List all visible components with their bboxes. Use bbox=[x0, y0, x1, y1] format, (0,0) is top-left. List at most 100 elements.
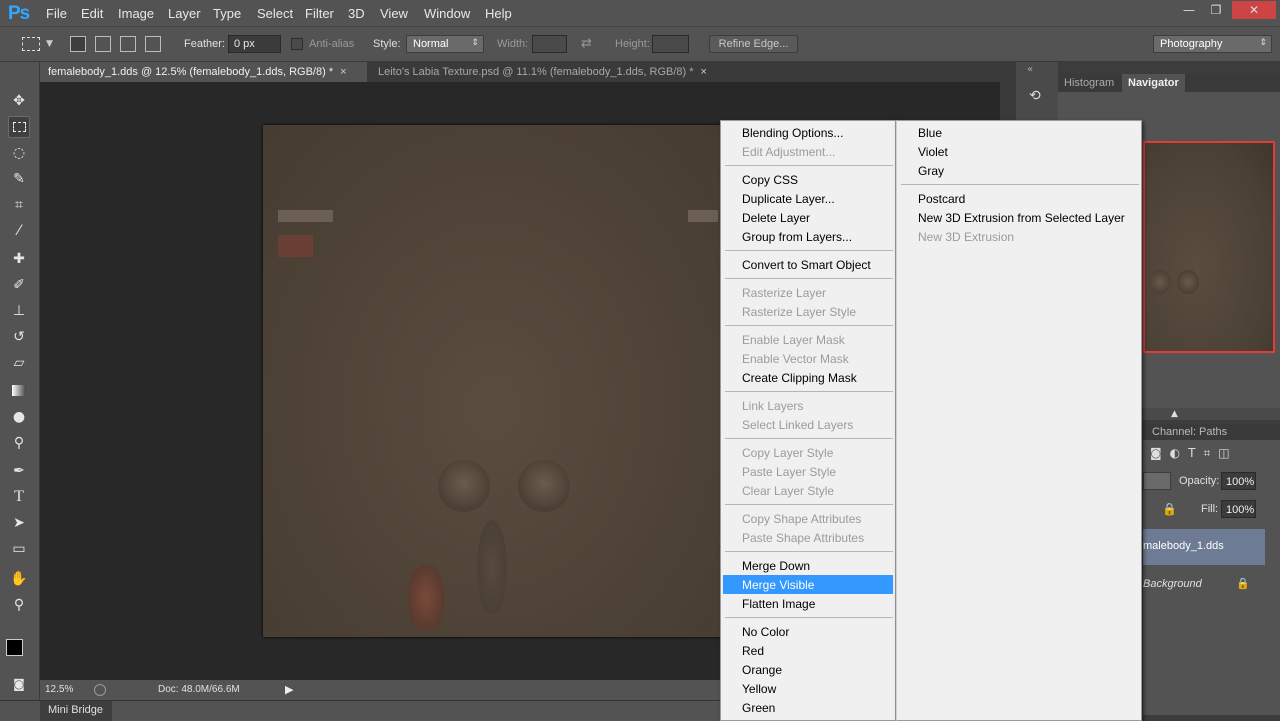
menu-window[interactable]: Window bbox=[424, 6, 470, 21]
menu-item-postcard[interactable]: Postcard bbox=[899, 189, 1139, 208]
menu-3d[interactable]: 3D bbox=[348, 6, 365, 21]
menu-separator bbox=[725, 250, 893, 251]
feather-input[interactable]: 0 px bbox=[228, 35, 281, 53]
menu-item-create-clipping-mask[interactable]: Create Clipping Mask bbox=[723, 368, 893, 387]
tab-labia-texture[interactable]: Leito's Labia Texture.psd @ 11.1% (femal… bbox=[370, 62, 715, 82]
menu-item-violet[interactable]: Violet bbox=[899, 142, 1139, 161]
slider-thumb-icon[interactable]: ▲ bbox=[1171, 409, 1178, 419]
menu-filter[interactable]: Filter bbox=[305, 6, 334, 21]
tab-histogram[interactable]: Histogram bbox=[1064, 77, 1114, 89]
type-tool-icon[interactable]: T bbox=[8, 486, 30, 508]
brush-tool-icon[interactable]: ✐ bbox=[8, 274, 30, 296]
refine-edge-button[interactable]: Refine Edge... bbox=[709, 35, 798, 53]
layer-filter-icons[interactable]: ◙◐T⌗◫ bbox=[1150, 446, 1260, 462]
menu-item-green[interactable]: Green bbox=[723, 698, 893, 717]
menu-item-blue[interactable]: Blue bbox=[899, 123, 1139, 142]
menu-file[interactable]: File bbox=[46, 6, 67, 21]
menu-separator bbox=[725, 438, 893, 439]
menu-item-yellow[interactable]: Yellow bbox=[723, 679, 893, 698]
close-button[interactable]: ✕ bbox=[1232, 1, 1276, 19]
width-input[interactable] bbox=[532, 35, 567, 53]
style-select[interactable]: Normal ⇕ bbox=[406, 35, 484, 53]
lasso-tool-icon[interactable]: ◌ bbox=[8, 142, 30, 164]
height-input[interactable] bbox=[652, 35, 689, 53]
menu-item-red[interactable]: Red bbox=[723, 641, 893, 660]
menu-edit[interactable]: Edit bbox=[81, 6, 103, 21]
quick-mask-icon[interactable]: ◙ bbox=[8, 673, 30, 695]
pen-tool-icon[interactable]: ✒ bbox=[8, 460, 30, 482]
path-selection-tool-icon[interactable]: ➤ bbox=[8, 512, 30, 534]
move-tool-icon[interactable]: ✥ bbox=[8, 90, 30, 112]
new-selection-icon[interactable] bbox=[70, 36, 86, 52]
workspace-select[interactable]: Photography ⇕ bbox=[1153, 35, 1272, 53]
antialias-checkbox[interactable] bbox=[291, 38, 303, 50]
zoom-tool-icon[interactable]: ⚲ bbox=[8, 594, 30, 616]
status-menu-arrow-icon[interactable]: ▶ bbox=[285, 683, 293, 696]
tab-navigator[interactable]: Navigator bbox=[1122, 74, 1185, 92]
minimize-button[interactable]: — bbox=[1176, 1, 1202, 19]
foreground-color-swatch[interactable] bbox=[6, 639, 23, 656]
tab-channels[interactable]: Channel: bbox=[1152, 426, 1196, 438]
close-icon[interactable]: × bbox=[701, 66, 707, 78]
blur-tool-icon[interactable]: ● bbox=[8, 406, 30, 428]
menu-item-delete-layer[interactable]: Delete Layer bbox=[723, 208, 893, 227]
tab-paths[interactable]: Paths bbox=[1199, 426, 1227, 438]
menu-item-blending-options[interactable]: Blending Options... bbox=[723, 123, 893, 142]
menu-item-gray[interactable]: Gray bbox=[899, 161, 1139, 180]
style-label: Style: bbox=[373, 38, 401, 50]
clone-stamp-tool-icon[interactable]: ⊥ bbox=[8, 300, 30, 322]
subtract-selection-icon[interactable] bbox=[120, 36, 136, 52]
mini-bridge-tab[interactable]: Mini Bridge bbox=[48, 704, 103, 716]
document-canvas[interactable] bbox=[263, 125, 721, 637]
dodge-tool-icon[interactable]: ⚲ bbox=[8, 432, 30, 454]
collapse-icon[interactable]: « bbox=[1027, 64, 1033, 75]
menu-help[interactable]: Help bbox=[485, 6, 512, 21]
zoom-slider[interactable]: ▲ bbox=[1143, 408, 1280, 420]
menu-layer[interactable]: Layer bbox=[168, 6, 201, 21]
menu-item-orange[interactable]: Orange bbox=[723, 660, 893, 679]
texture-detail bbox=[408, 565, 444, 630]
close-icon[interactable]: × bbox=[340, 66, 346, 78]
add-selection-icon[interactable] bbox=[95, 36, 111, 52]
swap-icon[interactable]: ⇄ bbox=[581, 36, 592, 51]
menu-image[interactable]: Image bbox=[118, 6, 154, 21]
tab-femalebody[interactable]: femalebody_1.dds @ 12.5% (femalebody_1.d… bbox=[40, 62, 367, 82]
fill-input[interactable]: 100% bbox=[1221, 500, 1256, 518]
eraser-tool-icon[interactable]: ▱ bbox=[8, 352, 30, 374]
intersect-selection-icon[interactable] bbox=[145, 36, 161, 52]
menu-item-new-3d-extrusion-from-selected-layer[interactable]: New 3D Extrusion from Selected Layer bbox=[899, 208, 1139, 227]
menu-separator bbox=[725, 391, 893, 392]
menu-item-merge-down[interactable]: Merge Down bbox=[723, 556, 893, 575]
opacity-input[interactable]: 100% bbox=[1221, 472, 1256, 490]
marquee-tool-icon[interactable] bbox=[8, 116, 30, 138]
menu-item-flatten-image[interactable]: Flatten Image bbox=[723, 594, 893, 613]
rectangle-tool-icon[interactable]: ▭ bbox=[8, 538, 30, 560]
marquee-preset-icon[interactable] bbox=[22, 37, 40, 51]
navigator-preview[interactable] bbox=[1143, 141, 1275, 353]
menu-item-rasterize-layer: Rasterize Layer bbox=[742, 286, 827, 300]
hand-tool-icon[interactable]: ✋ bbox=[8, 568, 30, 590]
menu-item-copy-css[interactable]: Copy CSS bbox=[723, 170, 893, 189]
menu-item-duplicate-layer[interactable]: Duplicate Layer... bbox=[723, 189, 893, 208]
restore-button[interactable]: ❐ bbox=[1203, 1, 1229, 19]
chevron-down-icon[interactable]: ▼ bbox=[46, 39, 53, 49]
menu-item-convert-to-smart-object[interactable]: Convert to Smart Object bbox=[723, 255, 893, 274]
lock-icon[interactable]: 🔒 bbox=[1162, 502, 1177, 516]
history-brush-tool-icon[interactable]: ↺ bbox=[8, 326, 30, 348]
menu-view[interactable]: View bbox=[380, 6, 408, 21]
crop-tool-icon[interactable]: ⌗ bbox=[8, 194, 30, 216]
menu-item-merge-visible[interactable]: Merge Visible bbox=[723, 575, 893, 594]
healing-brush-tool-icon[interactable]: ✚ bbox=[8, 248, 30, 270]
layer-row-femalebody[interactable]: malebody_1.dds bbox=[1143, 529, 1265, 565]
blend-mode-select[interactable] bbox=[1143, 472, 1171, 490]
quick-select-tool-icon[interactable]: ✎ bbox=[8, 168, 30, 190]
history-icon[interactable]: ⟲ bbox=[1029, 88, 1041, 104]
eyedropper-tool-icon[interactable]: ⁄ bbox=[8, 220, 30, 242]
gradient-tool-icon[interactable] bbox=[8, 380, 30, 402]
menu-item-group-from-layers[interactable]: Group from Layers... bbox=[723, 227, 893, 246]
status-info-icon[interactable] bbox=[94, 684, 106, 696]
zoom-level[interactable]: 12.5% bbox=[45, 684, 73, 695]
menu-type[interactable]: Type bbox=[213, 6, 241, 21]
menu-item-no-color[interactable]: No Color bbox=[723, 622, 893, 641]
menu-select[interactable]: Select bbox=[257, 6, 293, 21]
